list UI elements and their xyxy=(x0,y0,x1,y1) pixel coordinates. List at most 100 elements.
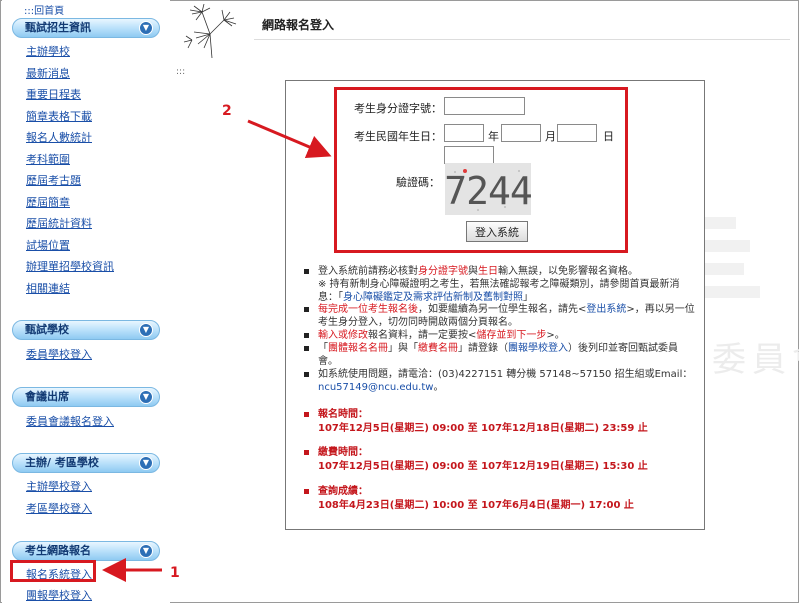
sidebar-item-applicant-stats[interactable]: 報名人數統計 xyxy=(26,129,92,145)
sidebar-section-label: 主辦/ 考區學校 xyxy=(25,456,99,469)
notice-item: 如系統使用問題，請電洽：(03)4227151 轉分機 57148~57150 … xyxy=(304,368,696,394)
sidebar-item-host-school[interactable]: 主辦學校 xyxy=(26,43,70,59)
sidebar-item-past-brochures[interactable]: 歷屆簡章 xyxy=(26,194,70,210)
chevron-down-icon[interactable]: ▼ xyxy=(139,21,153,35)
score-query-title: 查詢成績： xyxy=(304,482,368,497)
sidebar-section-exam-schools[interactable]: 甄試學校 ▼ xyxy=(12,320,160,340)
registration-period-title: 報名時間： xyxy=(304,405,368,420)
notice-item: 「團體報名名冊」與「繳費名冊」請登錄（團報學校登入）後列印並寄回甄試委員會。 xyxy=(304,342,696,368)
sidebar-item-related-links[interactable]: 相關連結 xyxy=(26,280,70,296)
bullet-icon xyxy=(304,449,309,455)
notice-text: 輸入或修改報名資料，請一定要按<儲存並到下一步>。 xyxy=(318,329,696,342)
sidebar-item-past-exams[interactable]: 歷屆考古題 xyxy=(26,172,81,188)
notice-segment: 輸入或修改 xyxy=(318,330,368,341)
notice-segment: 「 xyxy=(318,343,328,354)
sidebar-item-host-school-login[interactable]: 主辦學校登入 xyxy=(26,478,92,494)
sidebar-section-admission-info[interactable]: 甄試招生資訊 ▼ xyxy=(12,18,160,38)
payment-period-time: 107年12月5日(星期三) 09:00 至 107年12月19日(星期三) 1… xyxy=(318,461,648,472)
sidebar: :::回首頁 甄試招生資訊 ▼ 主辦學校 最新消息 重要日程表 簡章表格下載 報… xyxy=(2,0,170,603)
captcha-label: 驗證碼： xyxy=(396,176,440,189)
sidebar-item-downloads[interactable]: 簡章表格下載 xyxy=(26,108,92,124)
notice-segment: ，如要繼續為另一位學生報名，請先< xyxy=(418,304,587,315)
bullet-icon xyxy=(304,333,309,338)
notice-segment: 報名資料，請一定要按< xyxy=(368,330,477,341)
notice-segment: 輸入無誤，以免影響報名資格。 xyxy=(498,266,638,277)
notice-segment: 」與「 xyxy=(388,343,418,354)
notice-text: 每完成一位考生報名後，如要繼續為另一位學生報名，請先<登出系統>，再以另一位考生… xyxy=(318,303,696,329)
separator-dots: ::: xyxy=(176,67,186,77)
birth-year-unit: 年 xyxy=(488,130,499,143)
birth-month-input[interactable] xyxy=(501,124,541,142)
bullet-icon xyxy=(304,307,309,312)
notice-link[interactable]: ncu57149@ncu.edu.tw xyxy=(318,382,433,393)
bullet-icon xyxy=(304,488,309,494)
notice-segment: 繳費名冊 xyxy=(418,343,458,354)
notice-item: 輸入或修改報名資料，請一定要按<儲存並到下一步>。 xyxy=(304,329,696,342)
sidebar-section-meeting[interactable]: 會議出席 ▼ xyxy=(12,387,160,407)
notice-link[interactable]: 登出系統 xyxy=(586,304,626,315)
birth-month-unit: 月 xyxy=(545,130,556,143)
payment-period-title: 繳費時間： xyxy=(304,443,368,458)
sidebar-section-label: 甄試學校 xyxy=(25,323,69,336)
notice-segment: 」請登錄（ xyxy=(458,343,508,354)
sidebar-section-online-registration[interactable]: 考生網路報名 ▼ xyxy=(12,541,160,561)
sidebar-item-past-stats[interactable]: 歷屆統計資料 xyxy=(26,215,92,231)
birthday-label: 考生民國年生日： xyxy=(354,130,442,143)
birth-year-input[interactable] xyxy=(444,124,484,142)
sidebar-section-label: 會議出席 xyxy=(25,390,69,403)
notice-segment: 如系統使用問題，請電洽：(03)4227151 轉分機 57148~57150 … xyxy=(318,369,693,380)
notice-text: 如系統使用問題，請電洽：(03)4227151 轉分機 57148~57150 … xyxy=(318,368,696,394)
sidebar-item-group-school-login[interactable]: 團報學校登入 xyxy=(26,587,92,603)
notice-segment: 與 xyxy=(468,266,478,277)
sidebar-item-venue-school-login[interactable]: 考區學校登入 xyxy=(26,500,92,516)
captcha-image: 7244 xyxy=(445,163,531,215)
notice-link[interactable]: 團報學校登入 xyxy=(508,343,568,354)
bullet-icon xyxy=(304,269,309,274)
bullet-icon xyxy=(304,411,309,417)
page-title: 網路報名登入 xyxy=(262,18,335,32)
notice-segment: 」 xyxy=(523,292,533,303)
score-query-time: 108年4月23日(星期二) 10:00 至 107年6月4日(星期一) 17:… xyxy=(318,500,634,511)
birth-day-input[interactable] xyxy=(557,124,597,142)
watermark-text: 委員會 xyxy=(712,340,799,380)
notice-segment: 。 xyxy=(433,382,444,393)
id-number-label: 考生身分證字號： xyxy=(354,102,442,115)
sidebar-section-label: 考生網路報名 xyxy=(25,544,91,557)
notice-text: 登入系統前請務必核對身分證字號與生日輸入無誤，以免影響報名資格。 ※ 持有新制身心… xyxy=(318,265,696,304)
bullet-icon xyxy=(304,346,309,351)
notice-segment: 生日 xyxy=(478,266,498,277)
notice-segment: 儲存並到下一步 xyxy=(476,330,547,341)
chevron-down-icon[interactable]: ▼ xyxy=(139,544,153,558)
registration-period-time: 107年12月5日(星期三) 09:00 至 107年12月18日(星期二) 2… xyxy=(318,423,648,434)
sidebar-item-single-admission[interactable]: 辦理單招學校資訊 xyxy=(26,258,114,274)
captcha-input[interactable] xyxy=(444,146,494,164)
chevron-down-icon[interactable]: ▼ xyxy=(139,323,153,337)
sidebar-item-exam-scope[interactable]: 考科範圍 xyxy=(26,151,70,167)
notice-item: 每完成一位考生報名後，如要繼續為另一位學生報名，請先<登出系統>，再以另一位考生… xyxy=(304,303,696,329)
id-number-input[interactable] xyxy=(444,97,525,115)
chevron-down-icon[interactable]: ▼ xyxy=(139,456,153,470)
home-link[interactable]: :::回首頁 xyxy=(24,2,64,17)
notice-segment: 團體報名名冊 xyxy=(328,343,388,354)
notice-item: 登入系統前請務必核對身分證字號與生日輸入無誤，以免影響報名資格。 ※ 持有新制身心… xyxy=(304,265,696,304)
annotation-number-1: 1 xyxy=(170,565,180,581)
annotation-number-2: 2 xyxy=(222,103,232,119)
birth-day-unit: 日 xyxy=(603,130,614,143)
login-button[interactable]: 登入系統 xyxy=(466,221,528,242)
sidebar-item-exam-venue[interactable]: 試場位置 xyxy=(26,237,70,253)
sidebar-item-committee-school-login[interactable]: 委員學校登入 xyxy=(26,346,92,362)
notice-segment: 身分證字號 xyxy=(418,266,468,277)
registration-login-highlight xyxy=(10,560,96,582)
sidebar-item-meeting-login[interactable]: 委員會議報名登入 xyxy=(26,413,114,429)
bullet-icon xyxy=(304,372,309,377)
header-divider xyxy=(254,39,790,40)
sidebar-item-schedule[interactable]: 重要日程表 xyxy=(26,86,81,102)
sidebar-section-label: 甄試招生資訊 xyxy=(25,21,91,34)
chevron-down-icon[interactable]: ▼ xyxy=(139,390,153,404)
sidebar-section-host-schools[interactable]: 主辦/ 考區學校 ▼ xyxy=(12,453,160,473)
notice-link[interactable]: 身心障礙鑑定及需求評估新制及舊制對照 xyxy=(343,292,523,303)
sidebar-item-news[interactable]: 最新消息 xyxy=(26,65,70,81)
notice-segment: 登入系統前請務必核對 xyxy=(318,266,418,277)
notice-segment: 每完成一位考生報名後 xyxy=(318,304,418,315)
notice-segment: >。 xyxy=(546,330,565,341)
